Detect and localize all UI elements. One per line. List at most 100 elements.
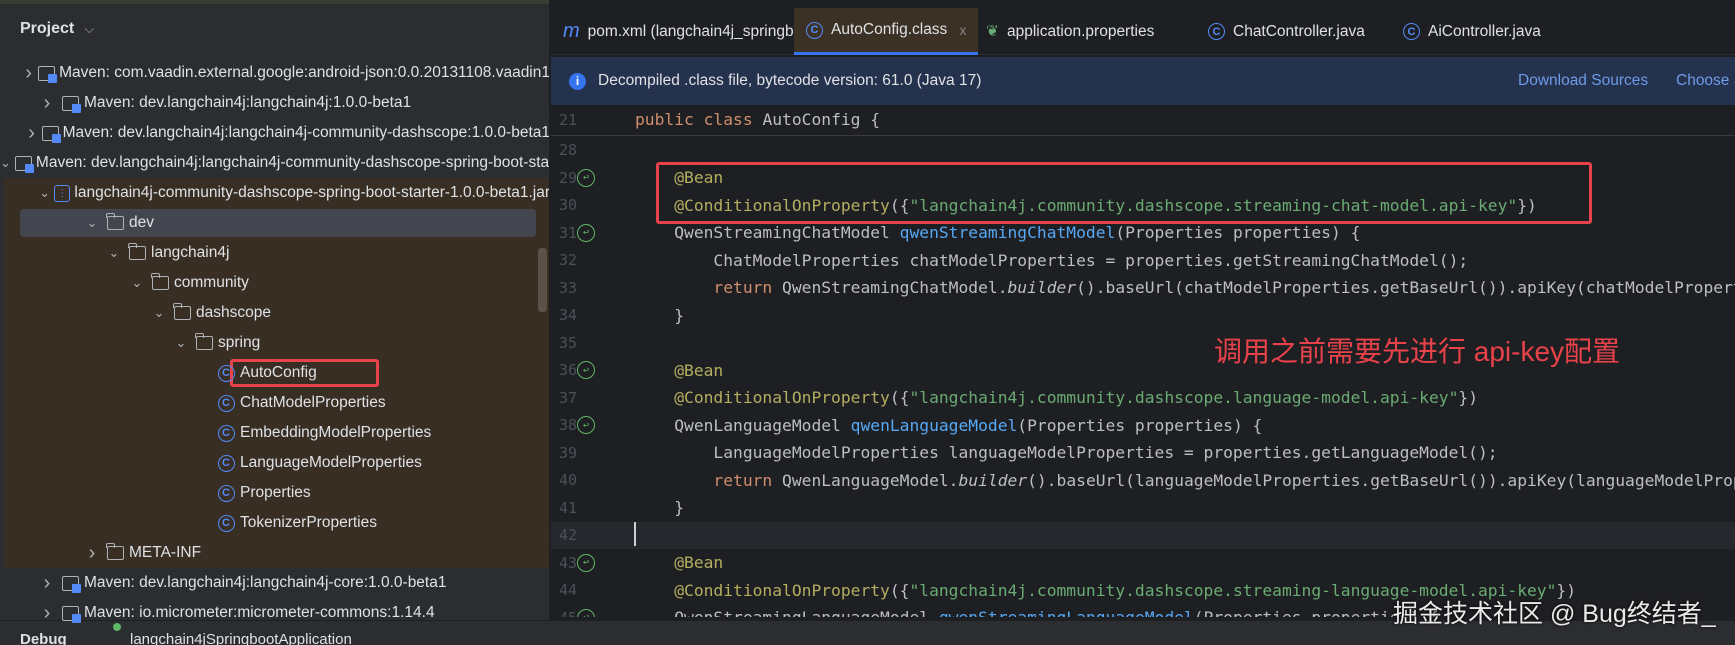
- tree-item[interactable]: › Maven: com.vaadin.external.google:andro…: [0, 58, 549, 88]
- bean-gutter-icon[interactable]: ↩: [577, 223, 595, 242]
- tree-item[interactable]: ⌄ community: [0, 268, 549, 298]
- chevron-down-icon[interactable]: ⌄: [172, 335, 190, 351]
- code-token: (Properties properties) {: [1017, 415, 1263, 435]
- tree-item-label: dashscope: [196, 304, 271, 321]
- code-line[interactable]: 37 @ConditionalOnProperty({"langchain4j.…: [551, 384, 1735, 411]
- tree-item[interactable]: › META-INF: [0, 538, 549, 568]
- code-line[interactable]: 21 public class AutoConfig {: [551, 106, 1735, 133]
- run-configuration-tab[interactable]: langchain4jSpringbootApplication: [130, 631, 352, 645]
- code-line[interactable]: 32 ChatModelProperties chatModelProperti…: [551, 247, 1735, 274]
- tree-item-label: spring: [218, 334, 261, 351]
- code-line[interactable]: 43 ↩ @Bean: [551, 549, 1735, 576]
- code-text: LanguageModelProperties languageModelPro…: [635, 443, 1498, 462]
- line-number: 39: [559, 443, 578, 462]
- chevron-right-icon[interactable]: ›: [38, 572, 56, 595]
- code-token: ChatModelProperties chatModelProperties …: [635, 250, 1469, 270]
- code-token: return: [635, 470, 783, 490]
- code-token: QwenLanguageModel: [635, 415, 851, 435]
- chevron-down-icon[interactable]: ⌄: [83, 215, 101, 231]
- code-text: @Bean: [635, 553, 723, 572]
- tree-item[interactable]: ⌄ dev: [0, 208, 549, 238]
- close-tab-icon[interactable]: x: [959, 22, 966, 38]
- line-number: 33: [559, 278, 578, 297]
- chevron-down-icon[interactable]: ⌄: [105, 245, 123, 261]
- watermark: 掘金技术社区 @ Bug终结者_: [1393, 600, 1716, 628]
- folder-icon: [172, 303, 192, 322]
- line-number: 32: [559, 251, 578, 269]
- project-view-selector[interactable]: Project ⌵: [20, 20, 98, 38]
- code-text: public class AutoConfig {: [635, 110, 880, 129]
- code-line[interactable]: 28: [551, 137, 1735, 164]
- tab-pom[interactable]: m pom.xml (langchain4j_springboot): [551, 8, 832, 55]
- tree-item[interactable]: ⌄ dashscope: [0, 298, 549, 328]
- download-sources-link[interactable]: Download Sources: [1518, 72, 1648, 90]
- tree-item-label: langchain4j: [151, 244, 230, 261]
- tree-item[interactable]: C Properties: [0, 478, 549, 508]
- bean-gutter-icon[interactable]: ↩: [577, 608, 595, 617]
- bean-gutter-icon[interactable]: ↩: [577, 553, 595, 572]
- tab-chatcontroller[interactable]: C ChatController.java: [1196, 8, 1377, 55]
- chevron-down-icon[interactable]: ⌄: [150, 305, 168, 321]
- chevron-down-icon[interactable]: ⌄: [0, 155, 11, 171]
- code-line[interactable]: 40 return QwenLanguageModel.builder().ba…: [551, 467, 1735, 494]
- debug-tool-tab[interactable]: Debug: [20, 631, 67, 645]
- chevron-right-icon[interactable]: ›: [26, 122, 38, 145]
- tree-item[interactable]: C ChatModelProperties: [0, 388, 549, 418]
- line-number: 28: [559, 141, 578, 159]
- tree-item-label: EmbeddingModelProperties: [240, 424, 432, 441]
- chevron-right-icon[interactable]: ›: [38, 92, 56, 115]
- tree-item[interactable]: ⌄ langchain4j: [0, 238, 549, 268]
- tree-item[interactable]: ⌄ spring: [0, 328, 549, 358]
- code-token: }): [1458, 388, 1478, 407]
- line-number: 44: [559, 581, 578, 599]
- tab-label: application.properties: [1007, 22, 1155, 40]
- tab-aicontroller[interactable]: C AiController.java: [1391, 8, 1553, 55]
- code-token: ().baseUrl(chatModelProperties.getBaseUr…: [1076, 278, 1735, 297]
- code-line[interactable]: 41 }: [551, 494, 1735, 521]
- code-token: public: [635, 110, 704, 129]
- tree-item-label: Maven: dev.langchain4j:langchain4j-core:…: [84, 574, 447, 591]
- class-icon: C: [1403, 23, 1420, 40]
- code-token: LanguageModelProperties languageModelPro…: [635, 443, 1498, 462]
- tree-item[interactable]: C EmbeddingModelProperties: [0, 418, 549, 448]
- code-token: AutoConfig {: [762, 110, 881, 129]
- tree-item[interactable]: ⌄ Maven: dev.langchain4j:langchain4j-comm…: [0, 148, 549, 178]
- code-token: ({: [889, 388, 910, 407]
- code-line[interactable]: 33 return QwenStreamingChatModel.builder…: [551, 274, 1735, 301]
- library-icon: [14, 154, 34, 173]
- tree-item[interactable]: › Maven: dev.langchain4j:langchain4j:1.0.…: [0, 88, 549, 118]
- tree-item[interactable]: C LanguageModelProperties: [0, 448, 549, 478]
- chevron-down-icon[interactable]: ⌄: [128, 275, 146, 291]
- editor-tabs: m pom.xml (langchain4j_springboot) C AutoCo…: [551, 0, 1735, 55]
- tree-item-label: AutoConfig: [240, 364, 317, 381]
- code-line[interactable]: 34 }: [551, 302, 1735, 329]
- code-line[interactable]: 38 ↩ QwenLanguageModel qwenLanguageModel(…: [551, 412, 1735, 439]
- bean-gutter-icon[interactable]: ↩: [577, 361, 595, 379]
- line-number: 34: [559, 306, 578, 324]
- tab-application[interactable]: ❦ application.properties: [974, 8, 1166, 55]
- tree-item[interactable]: › Maven: dev.langchain4j:langchain4j-core…: [0, 568, 549, 598]
- bean-gutter-icon[interactable]: ↩: [577, 168, 595, 187]
- code-line[interactable]: 39 LanguageModelProperties languageModel…: [551, 439, 1735, 466]
- chevron-down-icon[interactable]: ⌄: [39, 185, 51, 201]
- tree-scrollbar[interactable]: [538, 248, 547, 312]
- class-icon: C: [1208, 23, 1225, 40]
- tree-item[interactable]: ⌄ ⋮ langchain4j-community-dashscope-spring…: [0, 178, 549, 208]
- chevron-right-icon[interactable]: ›: [83, 542, 101, 565]
- running-indicator-icon: [113, 623, 121, 631]
- bean-gutter-icon[interactable]: ↩: [577, 416, 595, 434]
- chevron-right-icon[interactable]: ›: [23, 62, 34, 85]
- tree-item[interactable]: › Maven: dev.langchain4j:langchain4j-comm…: [0, 118, 549, 148]
- class-icon: C: [216, 394, 236, 412]
- tree-item-label: TokenizerProperties: [240, 514, 377, 531]
- choose-sources-link[interactable]: Choose Sources...: [1676, 72, 1735, 90]
- tree-item[interactable]: C TokenizerProperties: [0, 508, 549, 538]
- folder-icon: [194, 333, 214, 352]
- code-line[interactable]: 42: [551, 521, 1735, 549]
- code-token: (Properties properties) {: [1115, 223, 1361, 242]
- code-token: @ConditionalOnProperty: [635, 388, 890, 407]
- tab-autoconfig[interactable]: C AutoConfig.class x: [794, 8, 979, 55]
- chevron-right-icon[interactable]: ›: [38, 602, 56, 625]
- annotation-note: 调用之前需要先进行 api-key配置: [1214, 336, 1621, 367]
- library-icon: [60, 604, 81, 623]
